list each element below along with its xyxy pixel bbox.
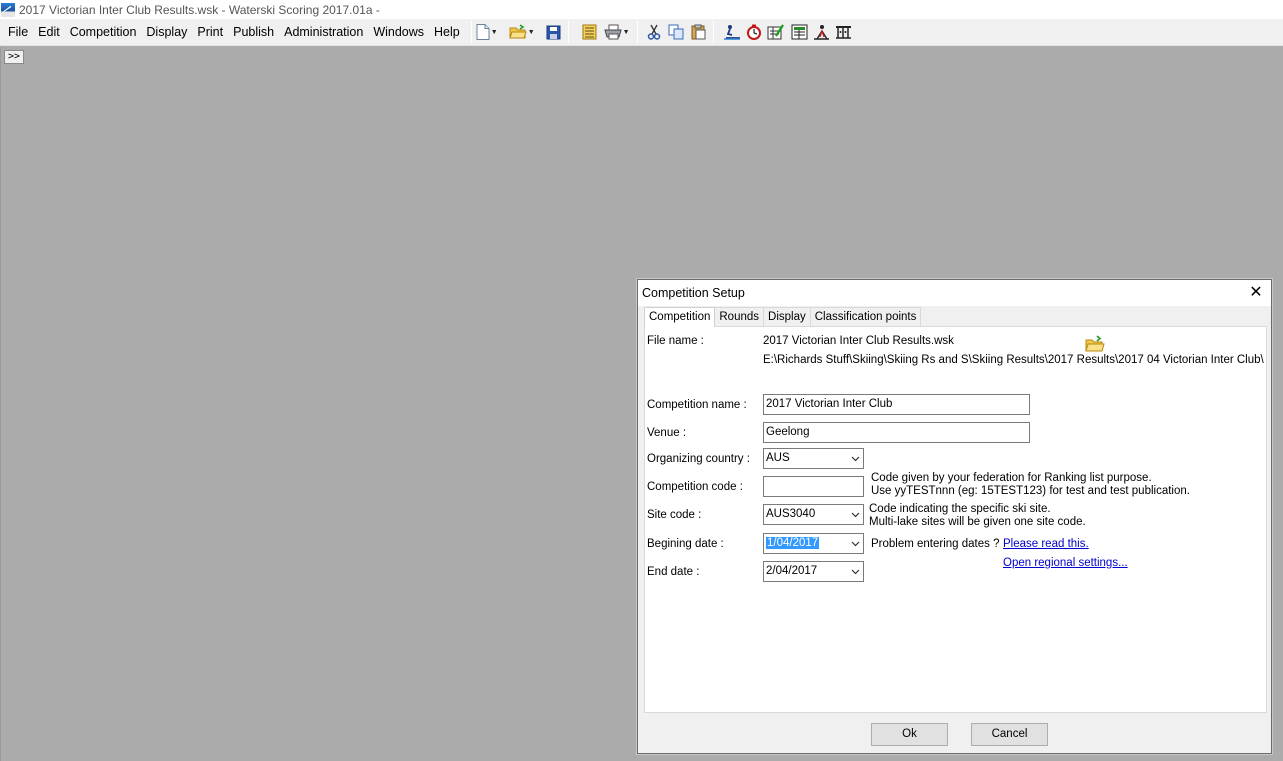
site-code-value: AUS3040: [766, 508, 816, 520]
tow-button[interactable]: [835, 21, 852, 43]
begin-date-value: 1/04/2017: [766, 537, 820, 549]
jump-icon: [813, 25, 829, 40]
save-button[interactable]: [546, 21, 561, 43]
tab-display[interactable]: Display: [763, 307, 811, 326]
tab-classification-points[interactable]: Classification points: [809, 307, 922, 326]
end-date-label: End date :: [647, 566, 700, 578]
paste-icon: [691, 24, 706, 40]
window-title: 2017 Victorian Inter Club Results.wsk - …: [19, 2, 380, 17]
timer-icon: [746, 24, 761, 40]
trick-icon: [767, 24, 784, 40]
site-code-note-line-2: Multi-lake sites will be given one site …: [869, 516, 1086, 528]
report-icon: [582, 24, 597, 40]
scoreboard-button[interactable]: [791, 21, 808, 43]
slalom-button[interactable]: [723, 21, 741, 43]
chevron-down-icon: ▼: [622, 28, 630, 36]
open-button[interactable]: ▼: [508, 21, 535, 43]
menu-bar: File Edit Competition Display Print Publ…: [0, 19, 1283, 46]
new-document-button[interactable]: ▼: [476, 21, 498, 43]
venue-label: Venue :: [647, 427, 687, 439]
competition-code-label: Competition code :: [647, 481, 743, 493]
menu-help[interactable]: Help: [429, 19, 465, 46]
paste-button[interactable]: [691, 21, 706, 43]
print-button[interactable]: ▼: [603, 21, 630, 43]
please-read-link[interactable]: Please read this.: [1003, 538, 1089, 550]
tab-competition[interactable]: Competition: [644, 307, 716, 327]
menu-publish[interactable]: Publish: [228, 19, 279, 46]
close-icon[interactable]: ✕: [1247, 284, 1265, 302]
scoreboard-icon: [791, 24, 808, 40]
end-date-value: 2/04/2017: [766, 565, 818, 577]
toolbar-separator: [470, 21, 472, 43]
report-button[interactable]: [582, 21, 597, 43]
menu-administration[interactable]: Administration: [279, 19, 368, 46]
timer-button[interactable]: [746, 21, 762, 43]
app-icon: [1, 2, 15, 17]
menu-file[interactable]: File: [3, 19, 33, 46]
competition-code-note-line-1: Code given by your federation for Rankin…: [871, 472, 1152, 484]
menu-display[interactable]: Display: [141, 19, 192, 46]
open-folder-icon[interactable]: [1085, 335, 1105, 353]
competition-name-input[interactable]: 2017 Victorian Inter Club: [763, 394, 1030, 415]
toolbar-separator: [636, 21, 638, 43]
site-code-label: Site code :: [647, 509, 702, 521]
open-regional-settings-link[interactable]: Open regional settings...: [1003, 557, 1128, 569]
begin-date-picker[interactable]: 1/04/2017: [763, 533, 864, 554]
date-problem-text: Problem entering dates ?: [871, 538, 1000, 550]
tow-icon: [835, 26, 851, 39]
file-name-value: 2017 Victorian Inter Club Results.wsk: [763, 335, 954, 347]
chevron-down-icon: ▼: [490, 28, 498, 36]
competition-tab-panel: File name : 2017 Victorian Inter Club Re…: [644, 326, 1267, 713]
chevron-down-icon: [851, 456, 860, 462]
chevron-down-icon: [851, 569, 860, 575]
chevron-down-icon: ▼: [527, 28, 535, 36]
toolbar-separator: [567, 21, 569, 43]
toolbar-separator: [712, 21, 714, 43]
save-icon: [546, 25, 561, 39]
chevron-down-icon: [851, 512, 860, 518]
menu-edit[interactable]: Edit: [33, 19, 65, 46]
tab-strip: Competition Rounds Display Classificatio…: [644, 307, 922, 327]
ok-button[interactable]: Ok: [871, 723, 948, 746]
competition-code-note-line-2: Use yyTESTnnn (eg: 15TEST123) for test a…: [871, 485, 1190, 497]
file-name-label: File name :: [647, 335, 704, 347]
dialog-title-bar: Competition Setup ✕: [638, 280, 1271, 306]
competition-name-label: Competition name :: [647, 399, 747, 411]
slalom-icon: [723, 25, 740, 40]
new-document-icon: [476, 24, 490, 40]
organizing-country-select[interactable]: AUS: [763, 448, 864, 469]
copy-button[interactable]: [668, 21, 684, 43]
file-path-value: E:\Richards Stuff\Skiing\Skiing Rs and S…: [763, 354, 1264, 366]
cut-button[interactable]: [647, 21, 661, 43]
expand-panel-button[interactable]: >>: [4, 50, 24, 64]
chevron-down-icon: [851, 541, 860, 547]
copy-icon: [668, 24, 684, 40]
organizing-country-value: AUS: [766, 452, 790, 464]
venue-input[interactable]: Geelong: [763, 422, 1030, 443]
site-code-note-line-1: Code indicating the specific ski site.: [869, 503, 1051, 515]
cut-icon: [647, 24, 660, 40]
print-icon: [603, 24, 622, 40]
end-date-picker[interactable]: 2/04/2017: [763, 561, 864, 582]
organizing-country-label: Organizing country :: [647, 453, 750, 465]
dialog-title: Competition Setup: [642, 286, 745, 300]
jump-button[interactable]: [813, 21, 830, 43]
menu-print[interactable]: Print: [192, 19, 228, 46]
open-folder-icon: [508, 24, 527, 39]
begin-date-label: Begining date :: [647, 538, 724, 550]
tab-rounds[interactable]: Rounds: [714, 307, 765, 326]
cancel-button[interactable]: Cancel: [971, 723, 1048, 746]
title-bar: 2017 Victorian Inter Club Results.wsk - …: [0, 0, 1283, 19]
menu-competition[interactable]: Competition: [65, 19, 142, 46]
competition-code-input[interactable]: [763, 476, 864, 497]
site-code-select[interactable]: AUS3040: [763, 504, 864, 525]
competition-setup-dialog: Competition Setup ✕ Competition Rounds D…: [637, 279, 1272, 754]
menu-windows[interactable]: Windows: [368, 19, 429, 46]
trick-button[interactable]: [767, 21, 784, 43]
